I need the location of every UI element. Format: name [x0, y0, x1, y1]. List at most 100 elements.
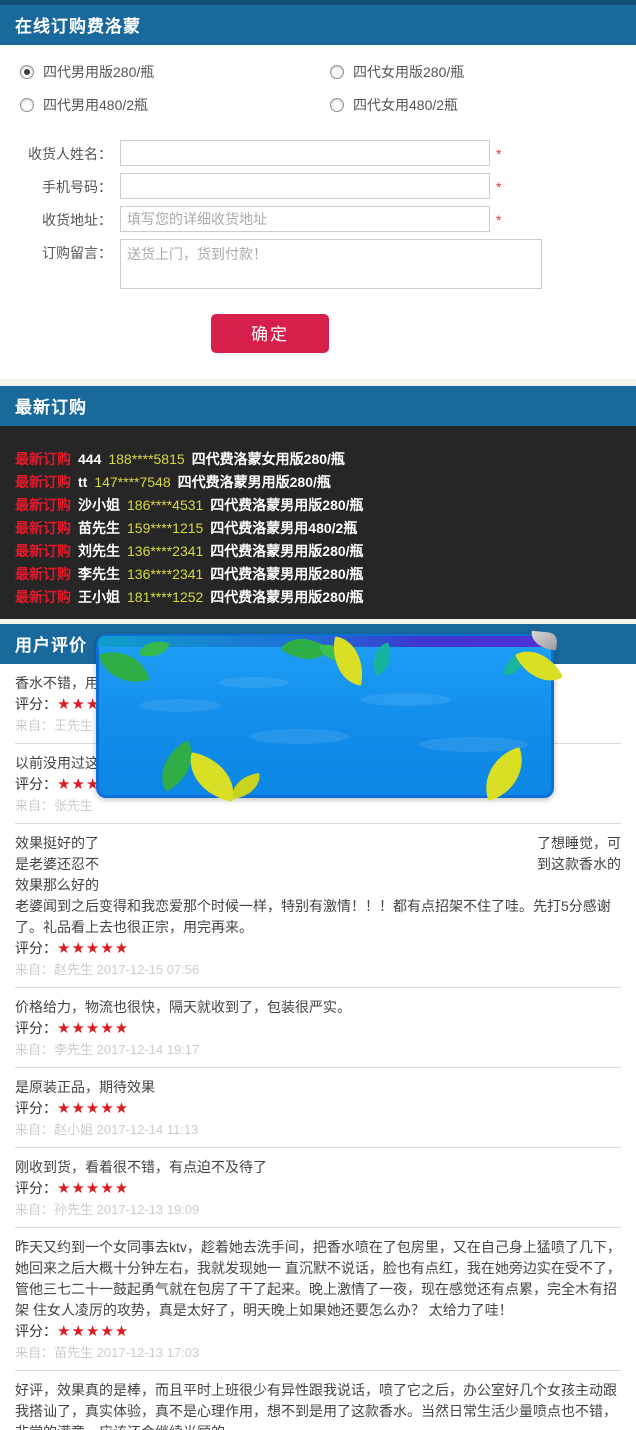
- rating-stars: ★★★★★: [57, 1323, 129, 1340]
- order-product: 四代费洛蒙男用版280/瓶: [210, 566, 363, 582]
- product-option-radio[interactable]: [330, 65, 344, 79]
- review-body: 好评，效果真的是棒，而且平时上班很少有异性跟我说话，喷了它之后，办公室好几个女孩…: [15, 1380, 621, 1430]
- product-options: 四代男用版280/瓶 四代女用版280/瓶 四代男用480/2瓶 四代女用480…: [0, 45, 636, 130]
- review-item: 是原装正品，期待效果 评分：★★★★★ 来自：赵小姐 2017-12-14 11…: [15, 1068, 621, 1148]
- product-option-label: 四代男用480/2瓶: [43, 95, 148, 115]
- rating-stars: ★★★: [57, 776, 100, 793]
- review-text: 是原装正品，期待效果: [15, 1077, 621, 1098]
- required-asterisk: *: [496, 173, 501, 201]
- product-option-radio[interactable]: [20, 98, 34, 112]
- floating-ad-overlay[interactable]: [96, 634, 554, 798]
- order-row: 最新订购刘先生 136****2341 四代费洛蒙男用版280/瓶: [15, 540, 636, 563]
- product-option[interactable]: 四代女用480/2瓶: [330, 95, 630, 115]
- field-label: 收货地址：: [0, 206, 112, 234]
- order-product: 四代费洛蒙男用版280/瓶: [210, 497, 363, 513]
- order-phone: 159****1215: [127, 520, 203, 536]
- review-text: 老婆闻到之后变得和我恋爱那个时候一样，特别有激情！！！都有点招架不住了哇。先打5…: [15, 896, 621, 938]
- rating-stars: ★★★★★: [57, 1020, 129, 1037]
- review-text: 好评，效果真的是棒，而且平时上班很少有异性跟我说话，喷了它之后，办公室好几个女孩…: [15, 1380, 621, 1430]
- review-meta: 来自：李先生 2017-12-14 19:17: [15, 1040, 621, 1059]
- review-rating: 评分：★★★★★: [15, 1098, 621, 1119]
- order-name: 苗先生: [78, 520, 120, 536]
- review-text-fragment-line: 是老婆还忍不 到这款香水的: [15, 854, 621, 875]
- review-body: 昨天又约到一个女同事去ktv，趁着她去洗手间，把香水喷在了包房里，又在自己身上猛…: [15, 1237, 621, 1321]
- rating-label: 评分：: [15, 696, 57, 712]
- review-rating: 评分：★★★★★: [15, 1178, 621, 1199]
- order-tag: 最新订购: [15, 474, 71, 490]
- order-phone: 147****7548: [94, 474, 170, 490]
- ad-corner-curl: [530, 631, 558, 651]
- rating-label: 评分：: [15, 940, 57, 956]
- phone-number-field[interactable]: [120, 173, 490, 199]
- fragment-right: 了想睡觉，可: [537, 833, 621, 854]
- latest-orders-list: 最新订购444188****5815四代费洛蒙女用版280/瓶 最新订购tt14…: [0, 426, 636, 619]
- order-name: 刘先生: [78, 543, 120, 559]
- required-asterisk: *: [496, 206, 501, 234]
- field-label: 收货人姓名：: [0, 140, 112, 168]
- order-row: 最新订购王小姐181****1252四代费洛蒙男用版280/瓶: [15, 586, 636, 609]
- order-product: 四代费洛蒙男用版280/瓶: [210, 589, 363, 605]
- rating-label: 评分：: [15, 1180, 57, 1196]
- review-item: 刚收到货，看着很不错，有点迫不及待了 评分：★★★★★ 来自：孙先生 2017-…: [15, 1148, 621, 1228]
- review-text: 昨天又约到一个女同事去ktv，趁着她去洗手间，把香水喷在了包房里，又在自己身上猛…: [15, 1237, 621, 1321]
- rating-stars: ★★★★★: [57, 940, 129, 957]
- product-option[interactable]: 四代女用版280/瓶: [330, 62, 630, 82]
- order-page: 在线订购费洛蒙 四代男用版280/瓶 四代女用版280/瓶 四代男用480/2瓶…: [0, 0, 636, 1430]
- review-item: 价格给力，物流也很快，隔天就收到了，包装很严实。 评分：★★★★★ 来自：李先生…: [15, 988, 621, 1068]
- product-option[interactable]: 四代男用版280/瓶: [20, 62, 330, 82]
- field-label: 手机号码：: [0, 173, 112, 201]
- order-phone: 188****5815: [108, 451, 184, 467]
- review-meta: 来自：赵小姐 2017-12-14 11:13: [15, 1120, 621, 1139]
- order-phone: 136****2341: [127, 543, 203, 559]
- review-text: 刚收到货，看着很不错，有点迫不及待了: [15, 1157, 621, 1178]
- form-fields: 收货人姓名： * 手机号码： * 收货地址： * 订购留言：: [0, 130, 636, 294]
- order-message-field[interactable]: [120, 239, 542, 289]
- order-name: 沙小姐: [78, 497, 120, 513]
- order-row: 最新订购444188****5815四代费洛蒙女用版280/瓶: [15, 448, 636, 471]
- order-tag: 最新订购: [15, 520, 71, 536]
- order-tag: 最新订购: [15, 543, 71, 559]
- rating-label: 评分：: [15, 776, 57, 792]
- review-rating: 评分：★★★★★: [15, 1018, 621, 1039]
- leaf-icon: [230, 773, 263, 799]
- review-body: 效果挺好的了 了想睡觉，可 是老婆还忍不 到这款香水的 效果那么好的 老婆闻到之…: [15, 833, 621, 938]
- form-field-row: 收货地址： *: [0, 206, 636, 234]
- latest-orders-header: 最新订购: [0, 386, 636, 426]
- review-meta: 来自：张先生: [15, 796, 621, 815]
- order-product: 四代费洛蒙女用版280/瓶: [192, 451, 345, 467]
- order-product: 四代费洛蒙男用480/2瓶: [210, 520, 357, 536]
- order-product: 四代费洛蒙男用版280/瓶: [210, 543, 363, 559]
- order-form-header: 在线订购费洛蒙: [0, 0, 636, 45]
- review-meta: 来自：苗先生 2017-12-13 17:03: [15, 1343, 621, 1362]
- leaf-icon: [367, 642, 397, 675]
- order-tag: 最新订购: [15, 566, 71, 582]
- rating-label: 评分：: [15, 1323, 57, 1339]
- cloud-shape: [139, 699, 221, 712]
- order-name: tt: [78, 474, 87, 490]
- product-option-label: 四代男用版280/瓶: [43, 62, 154, 82]
- review-text: 价格给力，物流也很快，隔天就收到了，包装很严实。: [15, 997, 621, 1018]
- fragment-left: 是老婆还忍不: [15, 854, 99, 875]
- order-tag: 最新订购: [15, 497, 71, 513]
- required-asterisk: *: [496, 140, 501, 168]
- product-option-radio[interactable]: [20, 65, 34, 79]
- review-text-fragment-line: 效果那么好的: [15, 875, 621, 896]
- shipping-address-field[interactable]: [120, 206, 490, 232]
- product-option[interactable]: 四代男用480/2瓶: [20, 95, 330, 115]
- order-phone: 136****2341: [127, 566, 203, 582]
- product-option-radio[interactable]: [330, 98, 344, 112]
- review-body: 价格给力，物流也很快，隔天就收到了，包装很严实。: [15, 997, 621, 1018]
- form-field-row: 手机号码： *: [0, 173, 636, 201]
- cloud-shape: [249, 729, 349, 744]
- field-control-wrap: [120, 173, 490, 199]
- cloud-shape: [219, 677, 289, 688]
- order-name: 王小姐: [78, 589, 120, 605]
- review-item: 好评，效果真的是棒，而且平时上班很少有异性跟我说话，喷了它之后，办公室好几个女孩…: [15, 1371, 621, 1430]
- confirm-button[interactable]: 确定: [211, 314, 329, 353]
- order-row: 最新订购苗先生 159****1215 四代费洛蒙男用480/2瓶: [15, 517, 636, 540]
- form-field-row: 收货人姓名： *: [0, 140, 636, 168]
- field-control-wrap: [120, 239, 542, 294]
- review-meta: 来自：赵先生 2017-12-15 07:56: [15, 960, 621, 979]
- fragment-right: 到这款香水的: [537, 854, 621, 875]
- recipient-name-field[interactable]: [120, 140, 490, 166]
